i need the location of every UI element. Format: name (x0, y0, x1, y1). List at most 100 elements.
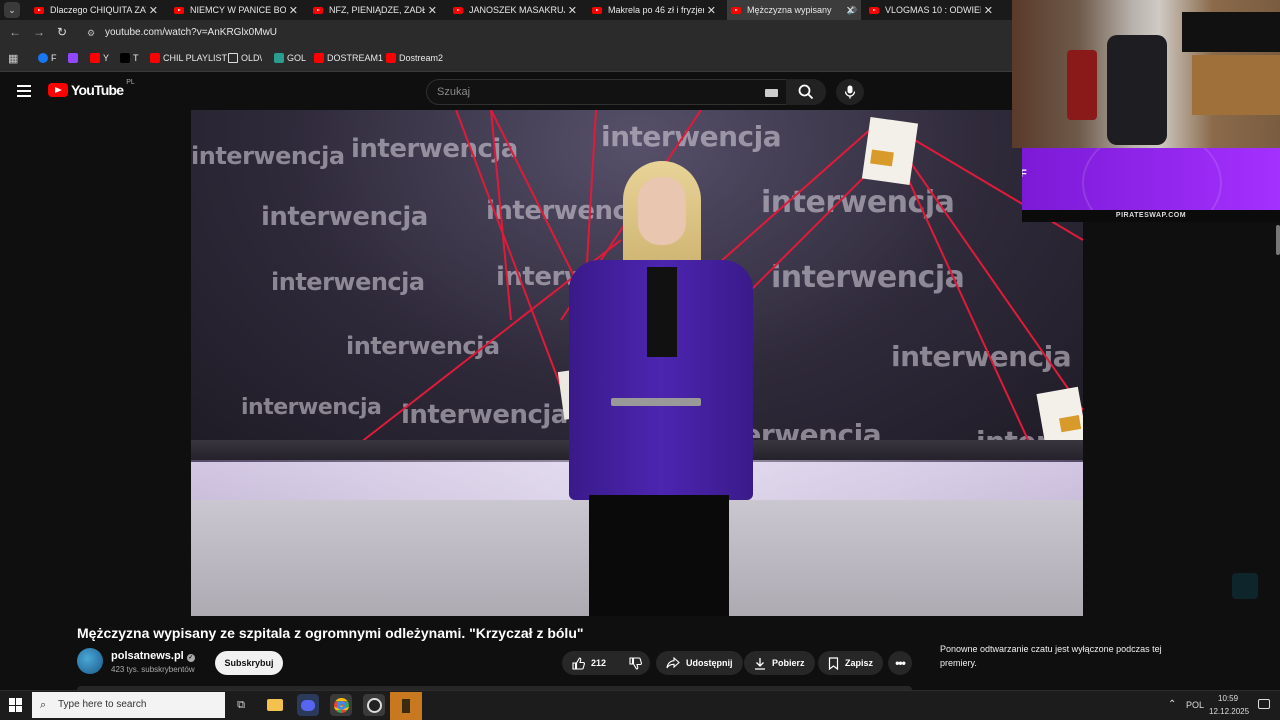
site-info-icon[interactable]: ⚙ (87, 23, 95, 43)
browser-toolbar: ← → ↻ ⚙ youtube.com/watch?v=AnKRGlx0MwU (0, 20, 1012, 46)
save-button[interactable]: Zapisz (818, 651, 884, 675)
taskbar-search-placeholder: Type here to search (58, 699, 147, 710)
bookmark-item[interactable]: Y (90, 53, 109, 63)
apps-grid-icon[interactable]: ▦ (8, 52, 18, 65)
search-placeholder: Szukaj (437, 86, 471, 98)
bookmark-item[interactable]: F (38, 53, 57, 63)
browser-tab[interactable]: Makrela po 46 zł i fryzjer ✕ (588, 0, 722, 20)
discord-taskbar-icon[interactable] (297, 694, 319, 716)
browser-tab[interactable]: JANOSZEK MASAKRUJE S✕ (449, 0, 583, 20)
search-button[interactable] (786, 79, 826, 105)
browser-tab[interactable]: Dlaczego CHIQUITA ZATR✕ (30, 0, 164, 20)
youtube-icon (314, 53, 324, 63)
close-tab-icon[interactable]: ✕ (289, 4, 298, 17)
download-button[interactable]: Pobierz (744, 651, 815, 675)
youtube-favicon-icon (174, 6, 184, 14)
tab-title: Makrela po 46 zł i fryzjer (608, 5, 704, 15)
youtube-logo-text: YouTube (71, 82, 124, 98)
presenter-figure (561, 155, 761, 616)
tab-title: NFZ, PIENIĄDZE, ZADŁUŻ (329, 5, 425, 15)
bookmark-item[interactable]: Dostream2 (386, 53, 443, 63)
thumbs-up-icon (572, 656, 585, 670)
search-input[interactable]: Szukaj (426, 79, 788, 105)
bookmark-label: T (133, 53, 139, 63)
tab-title: Mężczyzna wypisany (747, 5, 832, 15)
microphone-icon (844, 85, 856, 99)
folder-icon (228, 53, 238, 63)
task-view-icon[interactable]: ⧉ (230, 694, 252, 716)
bookmark-item[interactable]: GOL (274, 53, 306, 63)
more-actions-button[interactable]: ••• (888, 651, 912, 675)
share-button[interactable]: Udostępnij (656, 651, 743, 675)
overlay-sponsor-text: PIRATESWAP.COM (1022, 210, 1280, 222)
youtube-icon (150, 53, 160, 63)
hidden-icons-chevron-icon[interactable]: ⌃ (1168, 699, 1176, 710)
youtube-logo[interactable]: YouTube PL (48, 79, 135, 98)
language-indicator[interactable]: POL (1186, 700, 1204, 710)
like-count: 212 (591, 658, 607, 668)
keyboard-icon[interactable] (765, 89, 778, 97)
evidence-note-right-top (861, 116, 919, 186)
close-tab-icon[interactable]: ✕ (707, 4, 716, 17)
browser-tab[interactable]: NFZ, PIENIĄDZE, ZADŁUŻ✕ (309, 0, 443, 20)
overlay-purple-banner: F (1022, 148, 1280, 210)
close-tab-icon[interactable]: ✕ (149, 4, 158, 17)
tab-title: Dlaczego CHIQUITA ZATR (50, 5, 146, 15)
bookmark-label: DOSTREAM1 (327, 53, 384, 63)
tab-list-chevron-icon[interactable]: ⌄ (4, 2, 20, 18)
subscribe-button[interactable]: Subskrybuj (215, 651, 283, 675)
reload-icon[interactable]: ↻ (57, 25, 67, 39)
bookmark-item[interactable]: T (120, 53, 139, 63)
video-player[interactable]: interwencja interwencja interwencja interwe… (191, 110, 1083, 616)
x-icon (120, 53, 130, 63)
channel-avatar[interactable] (77, 648, 103, 674)
obs-taskbar-icon[interactable] (363, 694, 385, 716)
channel-watermark-badge[interactable] (1232, 573, 1258, 599)
browser-tab[interactable]: NIEMCY W PANICE BO US✕ (170, 0, 304, 20)
search-icon (798, 84, 814, 100)
notification-icon[interactable] (1258, 699, 1270, 709)
windows-start-icon[interactable] (9, 698, 23, 712)
close-tab-icon[interactable]: ✕ (428, 4, 437, 17)
browser-tab[interactable]: Mężczyzna wypisany 🔊 ✕ (727, 0, 861, 20)
overlay-purple-letter: F (1022, 168, 1027, 180)
bookmark-item[interactable]: CHIL PLAYLIST (150, 53, 227, 63)
taskbar-clock-date[interactable]: 12.12.2025 (1209, 707, 1249, 716)
more-horizontal-icon: ••• (895, 656, 906, 670)
taskbar-search-icon: ⌕ (40, 699, 47, 711)
share-icon (666, 657, 680, 669)
bookmark-item[interactable] (68, 53, 81, 63)
bookmark-label: Y (103, 53, 110, 63)
like-button[interactable]: 212 (562, 651, 620, 675)
voice-search-button[interactable] (836, 79, 864, 105)
bookmark-item[interactable]: OLD\ (228, 53, 262, 63)
share-label: Udostępnij (686, 658, 733, 668)
bookmark-label: OLD\ (241, 53, 263, 63)
back-arrow-icon[interactable]: ← (9, 25, 21, 39)
g-icon (274, 53, 284, 63)
youtube-play-icon (48, 83, 68, 97)
file-explorer-icon[interactable] (264, 694, 286, 716)
taskbar-search-input[interactable]: ⌕ Type here to search (32, 692, 225, 718)
download-label: Pobierz (772, 658, 805, 668)
dislike-button[interactable] (620, 651, 650, 675)
app-taskbar-icon[interactable] (390, 692, 422, 720)
forward-arrow-icon[interactable]: → (33, 25, 45, 39)
presenter-top (647, 267, 677, 357)
streamer-webcam (1012, 0, 1280, 148)
hamburger-menu-icon[interactable] (17, 85, 31, 97)
close-tab-icon[interactable]: ✕ (846, 4, 855, 17)
youtube-favicon-icon (34, 6, 44, 14)
youtube-favicon-icon (869, 6, 879, 14)
close-tab-icon[interactable]: ✕ (984, 4, 993, 17)
browser-tab[interactable]: VLOGMAS 10 : ODWIEDZ✕ (865, 0, 999, 20)
address-bar[interactable]: ⚙ youtube.com/watch?v=AnKRGlx0MwU (80, 23, 1010, 43)
verified-icon: ✓ (186, 654, 195, 662)
channel-name-text: polsatnews.pl (111, 650, 184, 662)
page-scrollbar-thumb[interactable] (1276, 225, 1280, 255)
chrome-taskbar-icon[interactable] (330, 694, 352, 716)
close-tab-icon[interactable]: ✕ (568, 4, 577, 17)
channel-name[interactable]: polsatnews.pl ✓ (111, 650, 195, 662)
taskbar-clock-time[interactable]: 10:59 (1218, 694, 1238, 703)
bookmark-item[interactable]: DOSTREAM1 (314, 53, 383, 63)
